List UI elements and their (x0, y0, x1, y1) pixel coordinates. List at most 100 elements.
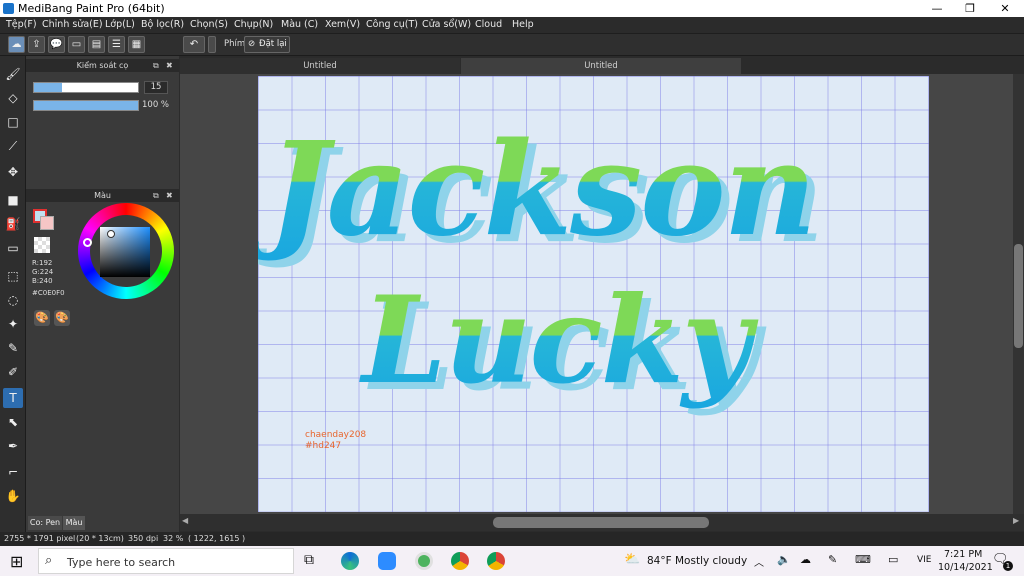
operation-tool-icon[interactable]: ⬉ (3, 412, 23, 432)
chrome-icon-2[interactable] (487, 552, 505, 570)
vertical-scroll-thumb[interactable] (1014, 244, 1023, 348)
search-icon: ⌕ (45, 553, 53, 568)
menu-layer[interactable]: Lớp(L) (105, 19, 135, 30)
undo-icon[interactable]: ↶ (183, 36, 205, 53)
brush-size-value[interactable]: 15 (144, 81, 168, 94)
speaker-icon[interactable]: 🔈 (777, 553, 791, 566)
speech-icon[interactable]: ▭ (68, 36, 85, 53)
tab-untitled-2[interactable]: Untitled (461, 58, 741, 74)
menu-window[interactable]: Cửa sổ(W) (422, 19, 471, 30)
menu-help[interactable]: Help (512, 19, 534, 30)
menu-filter[interactable]: Bộ lọc(R) (141, 19, 184, 30)
handle-icon[interactable] (208, 36, 216, 53)
drawing-canvas[interactable]: Jackson Jackson Lucky Lucky chaenday208 … (258, 76, 929, 512)
select-eraser-icon[interactable]: ✐ (3, 362, 23, 382)
minimize-button[interactable]: — (920, 0, 954, 17)
color-panel-title: Màu (94, 191, 111, 200)
scroll-right-icon[interactable]: ▶ (1013, 516, 1019, 525)
menu-snap[interactable]: Chụp(N) (234, 19, 273, 30)
weather-temp[interactable]: 84°F (647, 555, 672, 567)
color-wheel[interactable] (78, 203, 174, 299)
document-tabs: Untitled Untitled (180, 56, 1024, 74)
grid-icon[interactable]: ▦ (128, 36, 145, 53)
menu-edit[interactable]: Chỉnh sửa(E) (42, 19, 103, 30)
zoom-icon[interactable] (378, 552, 396, 570)
color-hex: #C0E0F0 (32, 289, 65, 297)
scroll-left-icon[interactable]: ◀ (182, 516, 188, 525)
palette-icon[interactable]: 🎨 (34, 310, 50, 326)
pen-tool-icon[interactable]: ✒ (3, 436, 23, 456)
status-size: 2755 * 1791 pixel (4, 534, 76, 543)
medibang-icon[interactable] (415, 552, 433, 570)
horizontal-scrollbar[interactable]: ◀ ▶ (180, 514, 1024, 531)
edge-icon[interactable] (341, 552, 359, 570)
side-panels: Kiểm soát cọ ⧉ ✖ 15 100 % Màu ⧉ ✖ R:192 … (26, 56, 179, 532)
page-icon[interactable]: ▤ (88, 36, 105, 53)
fill-rect-tool-icon[interactable]: ■ (3, 190, 23, 210)
transparent-swatch[interactable] (34, 237, 50, 253)
tab-untitled-1[interactable]: Untitled (180, 58, 460, 74)
brush-size-slider[interactable] (33, 82, 139, 93)
cloud-icon[interactable]: ☁ (8, 36, 25, 53)
eyedropper-icon[interactable]: ⌐ (3, 462, 23, 482)
horizontal-scroll-thumb[interactable] (493, 517, 709, 528)
palette-add-icon[interactable]: 🎨 (54, 310, 70, 326)
weather-icon[interactable]: ⛅ (624, 552, 640, 567)
brush-opacity-slider[interactable] (33, 100, 139, 111)
maximize-button[interactable]: ❐ (953, 0, 987, 17)
popout-icon[interactable]: ⧉ (153, 59, 159, 72)
gradient-tool-icon[interactable]: ▭ (3, 238, 23, 258)
popout-icon[interactable]: ⧉ (153, 189, 159, 202)
menu-select[interactable]: Chọn(S) (190, 19, 228, 30)
brush-tool-icon[interactable]: 🖌 (3, 64, 23, 84)
menu-cloud[interactable]: Cloud (475, 19, 502, 30)
keyboard-icon[interactable]: ⌨ (855, 553, 871, 566)
clock-date[interactable]: 10/14/2021 (938, 562, 993, 573)
menu-tools[interactable]: Công cụ(T) (366, 19, 418, 30)
weather-text[interactable]: Mostly cloudy (675, 555, 747, 567)
bucket-tool-icon[interactable]: ⛽ (3, 214, 23, 234)
chrome-icon[interactable] (451, 552, 469, 570)
color-handle[interactable] (107, 230, 115, 238)
rectangle-tool-icon[interactable]: □ (3, 112, 23, 132)
hue-handle[interactable] (83, 238, 92, 247)
secondary-color-swatch[interactable] (40, 216, 54, 230)
clock-time[interactable]: 7:21 PM (944, 549, 982, 560)
panel-tab-brush[interactable]: Co: Pen (28, 516, 62, 530)
tool-palette: 🖌 ◇ □ ⟋ ✥ ■ ⛽ ▭ ⬚ ◌ ✦ ✎ ✐ T ⬉ ✒ ⌐ ✋ (0, 56, 26, 532)
lasso-icon[interactable]: ◌ (3, 290, 23, 310)
windows-start-icon[interactable]: ⊞ (10, 552, 23, 571)
share-icon[interactable]: ⇪ (28, 36, 45, 53)
magic-wand-icon[interactable]: ✦ (3, 314, 23, 334)
input-language[interactable]: VIE (917, 555, 932, 565)
chevron-up-icon[interactable]: ︿ (754, 554, 764, 569)
brush-opacity-value: 100 % (142, 100, 170, 110)
list-icon[interactable]: ☰ (108, 36, 125, 53)
credit-author: chaenday208 (305, 430, 367, 440)
taskbar-search[interactable]: ⌕ Type here to search (38, 548, 294, 574)
hand-tool-icon[interactable]: ✋ (3, 486, 23, 506)
select-rect-icon[interactable]: ⬚ (3, 266, 23, 286)
line-tool-icon[interactable]: ⟋ (3, 136, 23, 156)
panel-close-icon[interactable]: ✖ (166, 59, 173, 72)
menu-file[interactable]: Tệp(F) (6, 19, 37, 30)
eraser-tool-icon[interactable]: ◇ (3, 88, 23, 108)
text-tool-icon[interactable]: T (3, 388, 23, 408)
panel-tab-color[interactable]: Màu (63, 516, 85, 530)
move-tool-icon[interactable]: ✥ (3, 162, 23, 182)
menu-color[interactable]: Màu (C) (281, 19, 318, 30)
close-button[interactable]: ✕ (988, 0, 1022, 17)
reset-button[interactable]: ⊘ Đặt lại (244, 36, 290, 53)
vertical-scrollbar[interactable] (1013, 74, 1024, 514)
status-coords: ( 1222, 1615 ) (188, 534, 246, 543)
cloud-sync-icon[interactable]: ☁ (800, 553, 811, 566)
task-view-icon[interactable]: ⧉ (304, 552, 314, 568)
select-pen-icon[interactable]: ✎ (3, 338, 23, 358)
panel-close-icon[interactable]: ✖ (166, 189, 173, 202)
color-g: G:224 (32, 268, 54, 276)
pen-icon[interactable]: ✎ (828, 553, 837, 566)
comment-icon[interactable]: 💬 (48, 36, 65, 53)
artwork-text-jackson: Jackson (258, 115, 815, 265)
menu-view[interactable]: Xem(V) (325, 19, 360, 30)
display-icon[interactable]: ▭ (888, 553, 898, 566)
